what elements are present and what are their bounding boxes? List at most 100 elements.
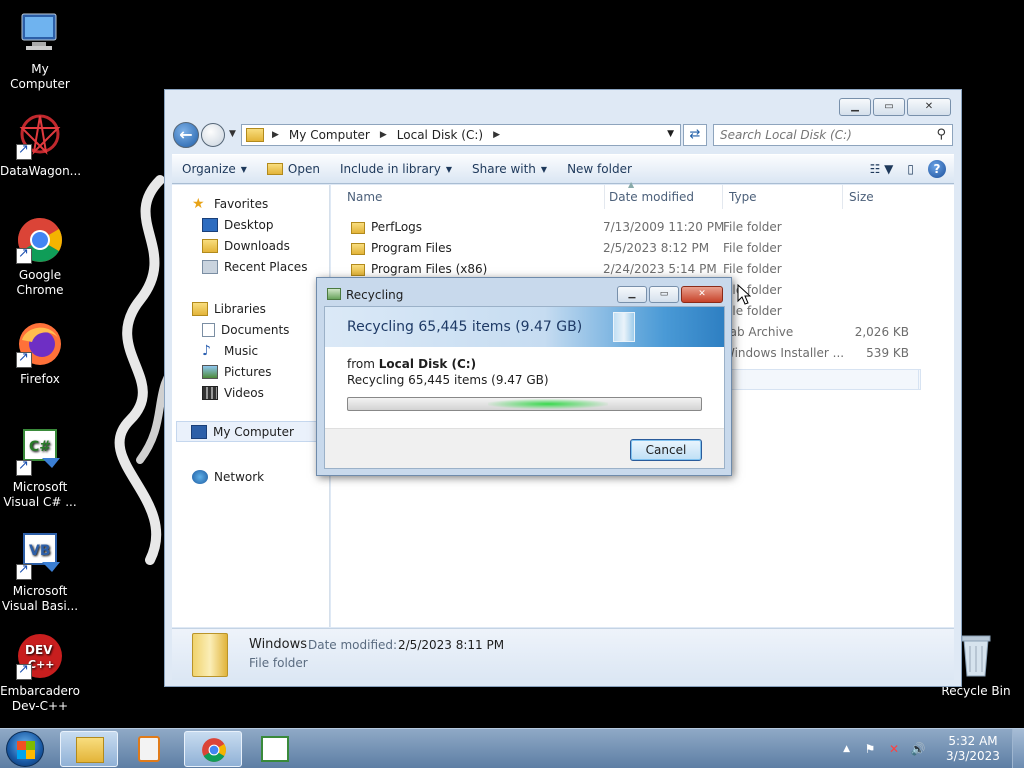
datawagon-icon: [16, 112, 64, 160]
file-name: Program Files: [371, 241, 452, 255]
column-header-type[interactable]: Type: [723, 185, 843, 209]
folder-icon: [351, 221, 365, 234]
table-row[interactable]: PerfLogs 7/13/2009 11:20 PM File folder: [339, 217, 919, 238]
visual-csharp-icon: C#: [16, 428, 64, 476]
nav-recent-places[interactable]: Recent Places: [202, 260, 307, 274]
cancel-button[interactable]: Cancel: [630, 439, 702, 461]
nav-music[interactable]: ♪ Music: [202, 344, 258, 358]
desktop-icon-firefox[interactable]: Firefox: [0, 320, 80, 387]
nav-libraries[interactable]: Libraries: [192, 302, 266, 316]
visual-csharp-icon: [261, 736, 289, 762]
dialog-heading: Recycling 65,445 items (9.47 GB): [347, 319, 583, 335]
search-box[interactable]: ⚲: [713, 124, 953, 146]
chevron-right-icon[interactable]: ▶: [493, 130, 500, 140]
share-with-button[interactable]: Share with ▼: [462, 162, 557, 176]
include-in-library-button[interactable]: Include in library ▼: [330, 162, 462, 176]
forward-button[interactable]: [201, 123, 225, 147]
folder-icon: [351, 242, 365, 255]
nav-favorites[interactable]: ★ Favorites: [192, 197, 268, 211]
address-dropdown-icon[interactable]: ▼: [667, 129, 674, 139]
details-name: Windows: [249, 637, 308, 652]
from-location: Local Disk (C:): [378, 357, 477, 371]
chevron-right-icon[interactable]: ▶: [272, 130, 279, 140]
nav-label: Desktop: [224, 218, 274, 232]
desktop-icon-visual-csharp[interactable]: C# Microsoft Visual C# ...: [0, 428, 80, 510]
refresh-button[interactable]: ⇄: [683, 124, 707, 146]
desktop-icon-label: Firefox: [20, 372, 60, 386]
organize-button[interactable]: Organize ▼: [172, 162, 257, 176]
view-options-icon[interactable]: ☷ ▼: [870, 162, 894, 176]
dev-cpp-icon: DEV C++: [16, 632, 64, 680]
nav-downloads[interactable]: Downloads: [202, 239, 290, 253]
nav-network[interactable]: Network: [192, 470, 264, 484]
dialog-close-button[interactable]: ✕: [681, 286, 723, 303]
recent-places-icon: [202, 260, 218, 274]
preview-pane-icon[interactable]: ▯: [907, 162, 914, 176]
close-button[interactable]: ✕: [907, 98, 951, 116]
dialog-title: Recycling: [346, 288, 404, 302]
chevron-down-icon: ▼: [540, 164, 548, 174]
new-folder-button[interactable]: New folder: [557, 162, 642, 176]
open-button[interactable]: Open: [257, 162, 330, 176]
pictures-icon: [202, 365, 218, 379]
computer-icon: [191, 424, 207, 439]
taskbar-explorer-button[interactable]: [60, 731, 118, 767]
help-icon[interactable]: ?: [928, 160, 946, 178]
recent-pages-dropdown[interactable]: ▼: [229, 129, 236, 139]
nav-label: Music: [224, 344, 259, 358]
column-header-date[interactable]: Date modified: [603, 185, 723, 209]
desktop-icon-label: DataWagon...: [0, 164, 82, 178]
nav-label: Pictures: [224, 365, 272, 379]
column-header-name[interactable]: Name: [341, 185, 605, 209]
desktop-icon-google-chrome[interactable]: Google Chrome: [0, 216, 80, 298]
taskbar-visual-csharp-button[interactable]: [246, 731, 304, 767]
file-size: 539 KB: [866, 346, 909, 360]
breadcrumb-local-disk[interactable]: Local Disk (C:): [397, 128, 483, 142]
network-disconnected-icon[interactable]: ✕: [886, 741, 902, 757]
nav-documents[interactable]: Documents: [202, 323, 289, 337]
dialog-footer: Cancel: [325, 428, 724, 468]
folder-icon: [351, 263, 365, 276]
nav-videos[interactable]: Videos: [202, 386, 264, 400]
show-desktop-button[interactable]: [1012, 729, 1024, 768]
file-type: File folder: [723, 220, 782, 234]
nav-label: Favorites: [214, 197, 269, 211]
desktop-icon-visual-basic[interactable]: VB Microsoft Visual Basi...: [0, 532, 80, 614]
taskbar-chrome-button[interactable]: [184, 731, 242, 767]
computer-icon: [16, 10, 64, 58]
volume-icon[interactable]: 🔊: [910, 741, 926, 757]
breadcrumb-my-computer[interactable]: My Computer: [289, 128, 370, 142]
from-line: from Local Disk (C:): [347, 357, 476, 371]
start-button[interactable]: [6, 731, 44, 767]
dialog-maximize-button[interactable]: ▭: [649, 286, 679, 303]
file-date: 7/13/2009 11:20 PM: [603, 220, 725, 234]
address-bar[interactable]: ▶ My Computer ▶ Local Disk (C:) ▶ ▼: [241, 124, 681, 146]
clock-date: 3/3/2023: [946, 749, 1000, 763]
chevron-down-icon: ▼: [445, 164, 452, 174]
file-name-cell: PerfLogs: [351, 217, 422, 238]
show-hidden-icons-icon[interactable]: ▲: [843, 744, 850, 754]
action-center-icon[interactable]: ⚑: [862, 741, 878, 757]
dialog-minimize-button[interactable]: ▁: [617, 286, 647, 303]
clock-time: 5:32 AM: [948, 734, 998, 748]
nav-my-computer[interactable]: My Computer: [176, 421, 326, 442]
maximize-button[interactable]: ▭: [873, 98, 905, 116]
dialog-body: Recycling 65,445 items (9.47 GB) from Lo…: [324, 306, 725, 469]
taskbar-media-player-button[interactable]: [120, 731, 178, 767]
back-button[interactable]: ←: [173, 122, 199, 148]
desktop-icon-my-computer[interactable]: My Computer: [0, 10, 80, 92]
desktop-icon-dev-cpp[interactable]: DEVC++ Embarcadero Dev-C++: [0, 632, 80, 714]
nav-pictures[interactable]: Pictures: [202, 365, 272, 379]
downloads-folder-icon: [202, 239, 218, 253]
from-prefix: from: [347, 357, 379, 371]
clock[interactable]: 5:32 AM 3/3/2023: [944, 734, 1002, 764]
minimize-button[interactable]: ▁: [839, 98, 871, 116]
nav-label: Libraries: [214, 302, 266, 316]
nav-desktop[interactable]: Desktop: [202, 218, 274, 232]
chevron-right-icon[interactable]: ▶: [380, 130, 387, 140]
star-icon: ★: [192, 196, 205, 212]
column-header-size[interactable]: Size: [843, 185, 923, 209]
table-row[interactable]: Program Files 2/5/2023 8:12 PM File fold…: [339, 238, 919, 259]
search-input[interactable]: [714, 125, 924, 145]
desktop-icon-datawagon[interactable]: DataWagon...: [0, 112, 82, 179]
